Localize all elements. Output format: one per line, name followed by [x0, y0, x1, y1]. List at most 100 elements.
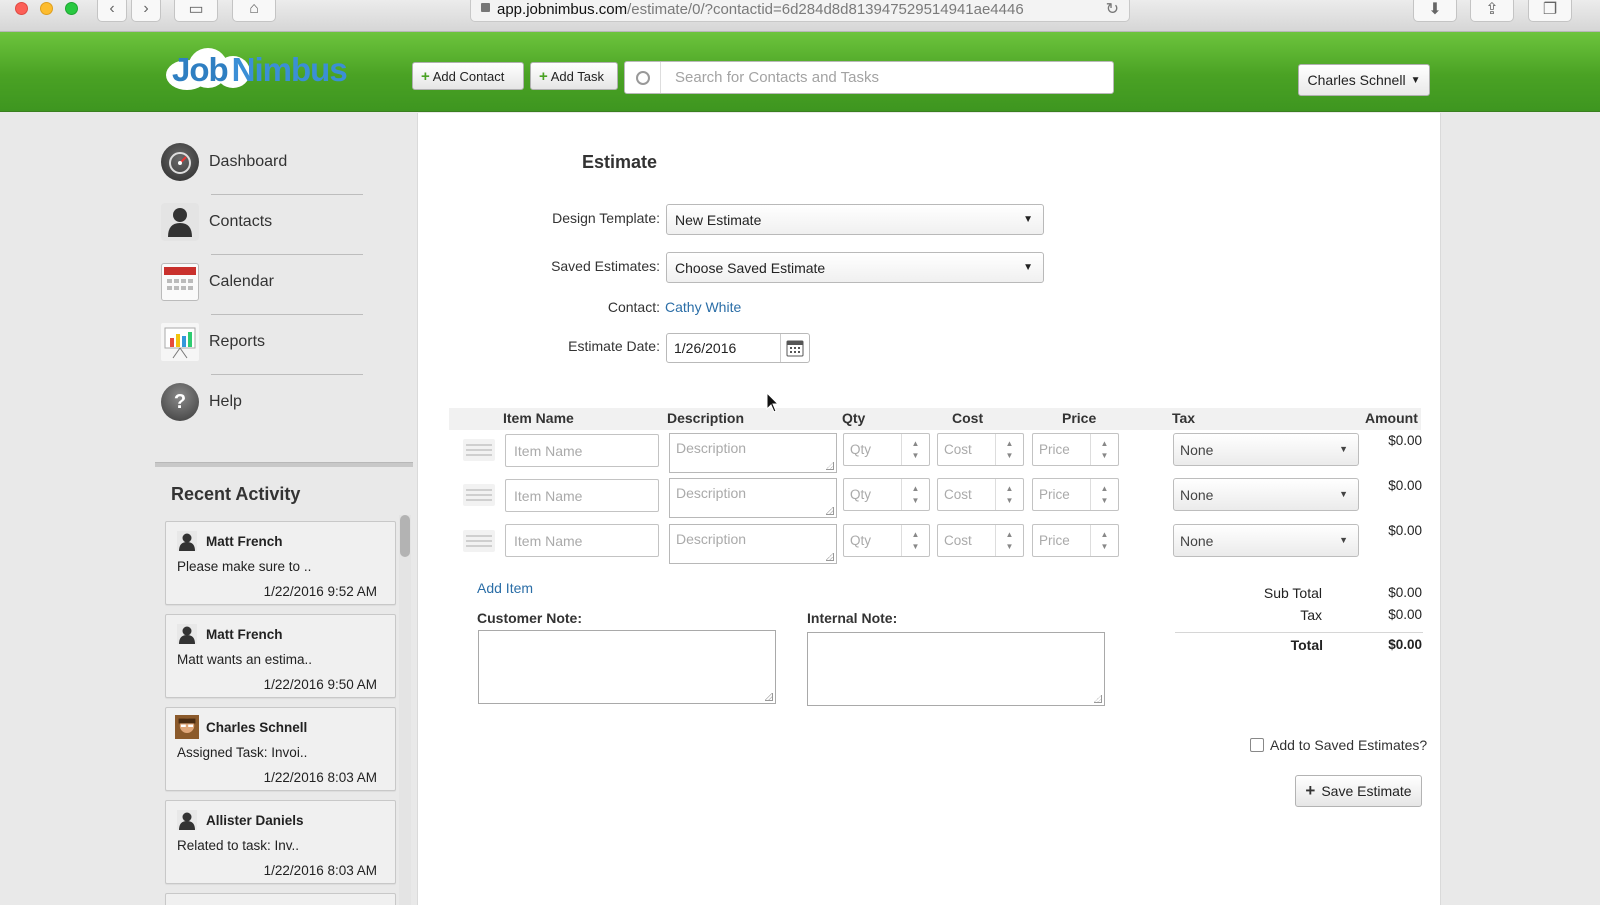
activity-author: Matt French [206, 534, 283, 549]
stepper-arrows-icon[interactable]: ▲ ▼ [901, 479, 929, 510]
caret-down-icon: ▼ [1339, 489, 1348, 499]
cost-stepper[interactable]: Cost ▲ ▼ [937, 524, 1024, 557]
downloads-icon[interactable]: ⬇ [1413, 0, 1457, 22]
share-icon[interactable]: ⇪ [1470, 0, 1514, 22]
search-input[interactable] [661, 69, 1101, 86]
tabs-overview-icon[interactable]: ❐ [1528, 0, 1572, 22]
add-to-saved-checkbox[interactable] [1250, 738, 1264, 752]
col-cost: Cost [952, 410, 984, 426]
address-bar[interactable]: app.jobnimbus.com/estimate/0/?contactid=… [470, 0, 1130, 22]
activity-time: 1/22/2016 9:52 AM [263, 584, 377, 599]
tax-select[interactable]: None ▼ [1173, 478, 1359, 511]
description-input[interactable]: Description [669, 524, 837, 564]
row-amount: $0.00 [1388, 523, 1422, 538]
activity-card[interactable]: Charles Schnell Assigned Task: Invoi.. 1… [165, 707, 396, 791]
add-to-saved-estimates[interactable]: Add to Saved Estimates? [1250, 737, 1427, 753]
row-drag-handle[interactable] [463, 530, 495, 552]
customer-note-textarea[interactable] [478, 630, 776, 704]
user-menu-button[interactable]: Charles Schnell ▼ [1298, 64, 1430, 96]
stepper-arrows-icon[interactable]: ▲ ▼ [901, 525, 929, 556]
item-name-input[interactable]: Item Name [505, 434, 659, 467]
person-icon [177, 531, 197, 551]
col-price: Price [1062, 410, 1097, 426]
qty-stepper[interactable]: Qty ▲ ▼ [843, 478, 930, 511]
activity-author: Matt French [206, 627, 283, 642]
col-amount: Amount [1365, 410, 1418, 426]
minimize-window-button[interactable] [40, 2, 53, 15]
save-estimate-label: Save Estimate [1321, 783, 1412, 799]
activity-author: Allister Daniels [206, 813, 304, 828]
nav-dashboard[interactable]: Dashboard [161, 140, 361, 184]
stepper-arrows-icon[interactable]: ▲ ▼ [995, 434, 1023, 465]
calendar-icon[interactable] [781, 334, 809, 362]
jobnimbus-logo[interactable]: Job Nimbus [166, 48, 353, 92]
price-stepper[interactable]: Price ▲ ▼ [1032, 433, 1119, 466]
stepper-arrows-icon[interactable]: ▲ ▼ [995, 525, 1023, 556]
stepper-arrows-icon[interactable]: ▲ ▼ [995, 479, 1023, 510]
subtotal-value: $0.00 [1388, 585, 1422, 600]
save-estimate-button[interactable]: + Save Estimate [1295, 775, 1422, 807]
add-contact-button[interactable]: + Add Contact [412, 62, 524, 90]
stepper-arrows-icon[interactable]: ▲ ▼ [901, 434, 929, 465]
col-qty: Qty [842, 410, 866, 426]
item-name-input[interactable]: Item Name [505, 524, 659, 557]
saved-estimates-select[interactable]: Choose Saved Estimate ▼ [666, 252, 1044, 283]
stepper-arrows-icon[interactable]: ▲ ▼ [1090, 434, 1118, 465]
activity-card[interactable]: Matt French Please make sure to .. 1/22/… [165, 521, 396, 605]
activity-card[interactable] [165, 893, 396, 905]
cost-stepper[interactable]: Cost ▲ ▼ [937, 433, 1024, 466]
activity-scrollbar[interactable] [399, 515, 411, 905]
qty-stepper[interactable]: Qty ▲ ▼ [843, 433, 930, 466]
close-window-button[interactable] [15, 2, 28, 15]
description-input[interactable]: Description [669, 433, 837, 473]
row-drag-handle[interactable] [463, 484, 495, 506]
row-drag-handle[interactable] [463, 439, 495, 461]
item-name-input[interactable]: Item Name [505, 479, 659, 512]
nav-contacts[interactable]: Contacts [161, 200, 361, 244]
sidebar-toggle-icon[interactable]: ▭ [174, 0, 218, 22]
nav-help[interactable]: ? Help [161, 380, 361, 424]
zoom-window-button[interactable] [65, 2, 78, 15]
activity-text: Related to task: Inv.. [177, 838, 300, 853]
activity-card[interactable]: Allister Daniels Related to task: Inv.. … [165, 800, 396, 884]
contact-label: Contact: [607, 299, 660, 315]
internal-note-textarea[interactable] [807, 632, 1105, 706]
qty-stepper[interactable]: Qty ▲ ▼ [843, 524, 930, 557]
tax-select[interactable]: None ▼ [1173, 524, 1359, 557]
tax-select[interactable]: None ▼ [1173, 433, 1359, 466]
nav-contacts-label: Contacts [209, 213, 273, 230]
nav-calendar[interactable]: Calendar [161, 260, 361, 304]
stepper-arrows-icon[interactable]: ▲ ▼ [1090, 479, 1118, 510]
reload-icon[interactable]: ↻ [1106, 0, 1119, 19]
contact-link[interactable]: Cathy White [665, 299, 741, 315]
caret-down-icon: ▼ [1023, 214, 1033, 225]
col-description: Description [667, 410, 745, 426]
nav-reports[interactable]: Reports [161, 320, 361, 364]
activity-card[interactable]: Matt French Matt wants an estima.. 1/22/… [165, 614, 396, 698]
back-icon[interactable]: ‹ [97, 0, 127, 22]
cost-stepper[interactable]: Cost ▲ ▼ [937, 478, 1024, 511]
search-icon[interactable] [625, 62, 661, 93]
nav-separator [211, 254, 363, 255]
design-template-select[interactable]: New Estimate ▼ [666, 204, 1044, 235]
subtotal-label: Sub Total [1263, 585, 1322, 601]
add-task-button[interactable]: + Add Task [530, 62, 618, 90]
description-input[interactable]: Description [669, 478, 837, 518]
stepper-arrows-icon[interactable]: ▲ ▼ [1090, 525, 1118, 556]
recent-activity-title: Recent Activity [171, 484, 301, 504]
caret-down-icon: ▼ [1339, 535, 1348, 545]
home-icon[interactable]: ⌂ [232, 0, 276, 22]
user-name: Charles Schnell [1307, 72, 1406, 88]
estimate-date-field[interactable]: 1/26/2016 [666, 333, 810, 363]
activity-author: Charles Schnell [206, 720, 308, 735]
add-item-link[interactable]: Add Item [477, 580, 533, 596]
dashboard-gauge-icon [161, 143, 199, 181]
activity-text: Please make sure to .. [177, 559, 312, 574]
price-stepper[interactable]: Price ▲ ▼ [1032, 478, 1119, 511]
tax-total-value: $0.00 [1388, 607, 1422, 622]
estimate-date-label: Estimate Date: [568, 338, 660, 354]
price-stepper[interactable]: Price ▲ ▼ [1032, 524, 1119, 557]
scrollbar-thumb[interactable] [400, 515, 410, 557]
estimate-date-value[interactable]: 1/26/2016 [667, 334, 782, 362]
forward-icon[interactable]: › [131, 0, 161, 22]
